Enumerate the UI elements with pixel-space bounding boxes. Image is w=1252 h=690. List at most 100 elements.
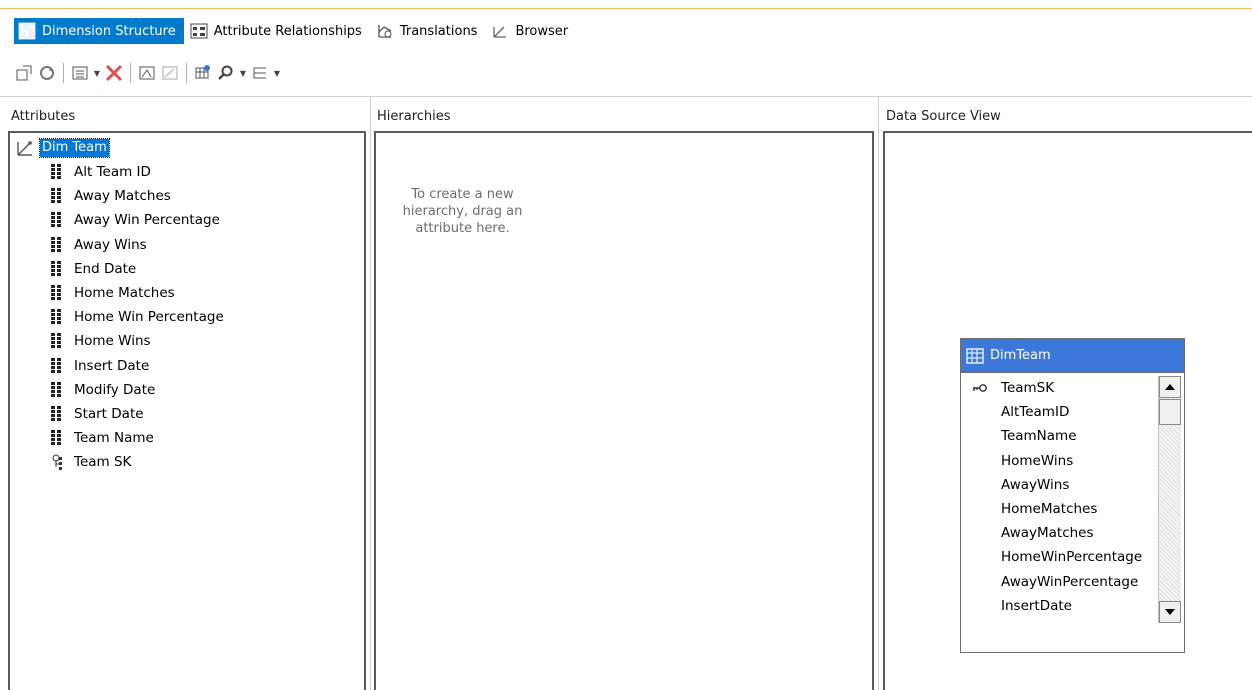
table-icon [195,65,210,79]
table-column[interactable]: AwayWinPercentage [965,570,1157,594]
attribute-icon [51,333,61,349]
tab-label: Translations [399,23,478,39]
toolbar-separator [63,63,64,83]
designer-tabs: Dimension Structure Attribute Relationsh… [14,18,578,44]
attribute-label: Team SK [74,454,132,471]
splitter[interactable] [878,96,879,690]
attribute-item[interactable]: Home Wins [50,329,224,353]
process-button[interactable] [14,63,34,83]
attribute-label: Start Date [74,405,144,422]
table-column[interactable]: AwayWins [965,473,1157,497]
column-scrollbar[interactable] [1158,376,1181,623]
column-name: AwayWinPercentage [1001,573,1139,590]
attribute-item[interactable]: Home Win Percentage [50,305,224,329]
column-name: TeamSK [1001,380,1055,397]
attribute-relationships-icon [190,23,208,39]
hierarchy-hint: To create a new hierarchy, drag an attri… [402,187,523,236]
attribute-item[interactable]: Start Date [50,402,224,426]
dimension-node-label: Dim Team [39,138,110,158]
attribute-item[interactable]: Insert Date [50,354,224,378]
attribute-list: Alt Team ID Away Matches Away Win Percenta… [50,160,224,474]
tab-translations[interactable]: Translations [372,18,486,44]
key-icon [965,383,995,393]
table-icon [966,347,984,364]
find-dropdown[interactable]: ▼ [239,63,247,83]
attribute-icon [51,381,61,397]
attribute-item[interactable]: Team Name [50,426,224,450]
table-column[interactable]: HomeMatches [965,497,1157,521]
table-column[interactable]: InsertDate [965,594,1157,618]
browser-icon [493,26,507,38]
table-title: DimTeam [990,348,1051,363]
tab-attribute-relationships[interactable]: Attribute Relationships [186,18,370,44]
list-view-dropdown[interactable]: ▼ [93,63,101,83]
new-hierarchy-button[interactable] [160,63,180,83]
key-attribute-icon [52,454,62,471]
attribute-item[interactable]: Home Matches [50,281,224,305]
attribute-item[interactable]: Away Matches [50,184,224,208]
attribute-item[interactable]: Away Win Percentage [50,208,224,232]
attribute-item[interactable]: Away Wins [50,233,224,257]
refresh-button[interactable] [37,63,57,83]
attribute-icon [51,430,61,446]
tab-label: Attribute Relationships [213,23,362,39]
column-list: TeamSK AltTeamID TeamName HomeWins AwayWins H… [965,376,1157,623]
attribute-icon [51,236,61,252]
designer-toolbar: ▼ ▼ ▼ [14,60,284,86]
table-column[interactable]: AwayMatches [965,521,1157,545]
attribute-icon [51,212,61,228]
table-column[interactable]: AltTeamID [965,400,1157,424]
arrow-down-icon [1165,609,1175,615]
column-name: AltTeamID [1001,404,1070,421]
attribute-label: Modify Date [74,381,156,398]
table-column[interactable]: ModifyDate [965,618,1157,623]
dimension-icon [17,141,32,156]
attribute-item[interactable]: Modify Date [50,378,224,402]
new-hierarchy-icon [162,66,178,80]
dimension-structure-icon [18,22,36,40]
attribute-item[interactable]: Alt Team ID [50,160,224,184]
tab-browser[interactable]: Browser [487,18,576,44]
tab-dimension-structure[interactable]: Dimension Structure [14,18,184,44]
process-icon [16,65,32,81]
show-table-button[interactable] [193,63,213,83]
dsv-table-dimteam[interactable]: DimTeam TeamSK AltTeamID TeamName HomeWins A… [960,338,1185,653]
table-column[interactable]: TeamName [965,424,1157,448]
column-name: HomeWins [1001,452,1074,469]
attribute-label: Home Matches [74,285,175,302]
attribute-label: Insert Date [74,357,150,374]
show-list-view-button[interactable] [70,63,90,83]
table-column[interactable]: TeamSK [965,376,1157,400]
attribute-item[interactable]: Team SK [50,450,224,474]
scroll-thumb[interactable] [1159,399,1181,425]
layout-dropdown[interactable]: ▼ [273,63,281,83]
layout-button[interactable] [250,63,270,83]
table-column[interactable]: HomeWinPercentage [965,545,1157,569]
column-name: HomeWinPercentage [1001,549,1143,566]
column-name: AwayWins [1001,476,1070,493]
scroll-down-button[interactable] [1159,601,1181,623]
attribute-item[interactable]: End Date [50,257,224,281]
attribute-icon [51,285,61,301]
attribute-label: Away Matches [74,188,171,205]
tab-label: Dimension Structure [42,23,176,39]
attribute-label: Away Wins [74,236,147,253]
toolbar-separator [186,63,187,83]
new-attribute-icon [139,66,155,80]
tab-label: Browser [515,23,569,39]
list-view-icon [72,66,88,80]
dimension-node[interactable]: Dim Team [16,138,110,158]
new-attribute-button[interactable] [137,63,157,83]
translations-icon [378,25,392,38]
scroll-up-button[interactable] [1159,376,1181,398]
column-name: AwayMatches [1001,525,1094,542]
attribute-icon [51,260,61,276]
attribute-icon [51,309,61,325]
attribute-label: Alt Team ID [74,164,151,181]
delete-button[interactable] [104,63,124,83]
splitter[interactable] [370,96,371,690]
table-title-bar[interactable]: DimTeam [961,339,1184,373]
table-column[interactable]: HomeWins [965,449,1157,473]
column-name: TeamName [1001,428,1077,445]
find-button[interactable] [216,63,236,83]
